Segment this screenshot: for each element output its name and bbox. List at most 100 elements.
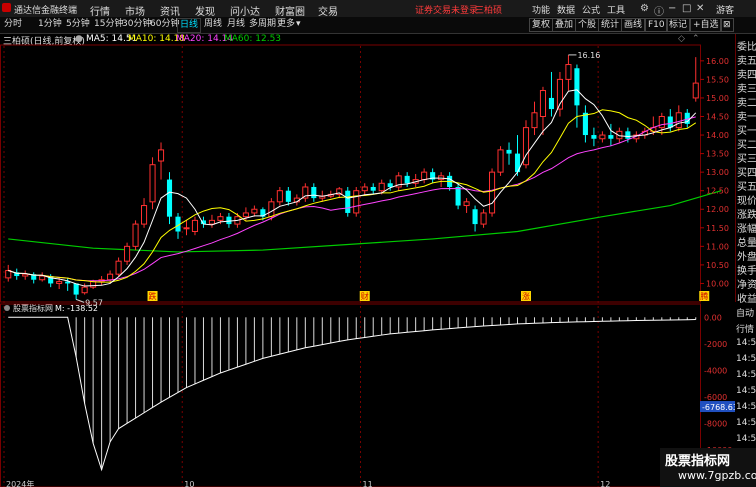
restore-icon[interactable]: □ — [682, 3, 691, 14]
price-tick-label: 10.00 — [706, 279, 729, 288]
candle-body — [497, 149, 504, 173]
candle-body — [667, 116, 673, 128]
indicator-pane-frame — [0, 303, 701, 487]
draw-button[interactable]: 画线 — [621, 18, 646, 32]
high-label: 16.16 — [577, 51, 600, 60]
more-dropdown-icon[interactable]: ▾ — [294, 18, 303, 31]
indicator-tick-label: -2000 — [704, 340, 727, 349]
candle — [183, 220, 190, 236]
candle-body — [463, 201, 470, 207]
stats-button[interactable]: 统计 — [598, 18, 623, 32]
candle — [438, 172, 445, 187]
fq-button[interactable]: 复权 — [529, 18, 554, 32]
period-intraday[interactable]: 分时 — [2, 18, 24, 31]
menu-wealth-circle[interactable]: 财富圈 — [275, 3, 305, 18]
menu-ask-xiaoda[interactable]: 问小达 — [230, 3, 260, 18]
menu-formula[interactable]: 公式 — [582, 3, 600, 16]
period-monthly[interactable]: 月线 — [225, 18, 247, 31]
overlay-button[interactable]: 叠加 — [552, 18, 577, 32]
mark-button[interactable]: 标记 — [666, 18, 691, 32]
candle — [522, 120, 530, 169]
candle — [208, 214, 215, 228]
candle — [539, 86, 547, 136]
menu-market-quotes[interactable]: 行情 — [90, 3, 110, 18]
menu-market[interactable]: 市场 — [125, 3, 145, 18]
menu-tools[interactable]: 工具 — [607, 3, 625, 16]
candle-body — [166, 179, 173, 217]
close-icon[interactable]: ✕ — [696, 3, 704, 14]
price-tick-label: 15.50 — [706, 75, 729, 84]
candle — [166, 172, 173, 225]
candle-body — [353, 190, 360, 214]
candle — [345, 186, 351, 217]
ma60-polyline — [8, 190, 722, 253]
candle-body — [489, 171, 496, 214]
candle — [285, 186, 291, 206]
login-warning[interactable]: 证券交易未登录 — [415, 3, 478, 16]
candle-body — [242, 212, 249, 218]
tick-time-label: 14:5 — [736, 402, 756, 412]
candle-body — [157, 149, 165, 162]
watermark-title: 股票指标网 — [665, 454, 731, 469]
period-1min[interactable]: 1分钟 — [36, 18, 64, 31]
minimize-icon[interactable]: − — [668, 3, 676, 14]
marker-text: 腾 — [700, 291, 708, 301]
indicator-tick-label: -4000 — [704, 366, 727, 375]
candle — [421, 168, 428, 184]
candle — [361, 183, 368, 195]
f10-button[interactable]: F10 — [645, 18, 668, 32]
period-multi[interactable]: 多周期 — [247, 18, 278, 31]
date-label: 12 — [600, 480, 610, 487]
candle — [514, 135, 521, 176]
candle-body — [226, 216, 232, 225]
candle — [39, 272, 46, 282]
candle-body — [191, 219, 199, 233]
info-icon[interactable]: ⓘ — [654, 3, 664, 18]
period-weekly[interactable]: 周线 — [202, 18, 224, 31]
kline-chart[interactable]: 16.169.57 跌财涨腾 股票指标网 M: -138.520.00-2000-… — [0, 34, 735, 487]
candle — [658, 112, 665, 136]
menu-data[interactable]: 数据 — [557, 3, 575, 16]
candle-body — [107, 273, 114, 281]
candle-body — [421, 171, 428, 181]
menu-news[interactable]: 资讯 — [160, 3, 180, 18]
quote-field-label: 卖五 — [737, 56, 756, 67]
stock-button[interactable]: 个股 — [575, 18, 600, 32]
quote-side-panel: 委比 卖五 卖四 卖三 卖二 卖一 买一 买二 买三 买四 买五 现价 涨跌 涨幅 总量 外盘 换手 净资 收益 — [735, 34, 756, 305]
candle-body — [692, 82, 699, 99]
price-tick-label: 13.50 — [706, 150, 729, 159]
candle-body — [251, 208, 258, 214]
ma20-polyline — [8, 116, 696, 282]
candle-body — [149, 164, 156, 203]
period-5min[interactable]: 5分钟 — [64, 18, 92, 31]
candle-body — [531, 112, 538, 129]
period-daily[interactable]: 日线 — [177, 18, 202, 33]
quote-field-label: 外盘 — [737, 252, 756, 263]
app-logo-icon — [2, 3, 11, 12]
settings-icon[interactable]: ⚙ — [640, 3, 649, 14]
indicator-panel: 股票指标网 M: -138.520.00-2000-4000-6000-8000-… — [4, 303, 735, 487]
candle — [455, 183, 461, 210]
ma5-polyline — [8, 89, 697, 287]
menu-trade[interactable]: 交易 — [318, 3, 338, 18]
candle — [132, 220, 139, 251]
candle — [692, 57, 699, 102]
add-watchlist-button[interactable]: +自选 — [690, 18, 722, 32]
candle-body — [675, 112, 682, 129]
menu-discover[interactable]: 发现 — [195, 3, 215, 18]
candle-body — [608, 135, 614, 139]
candle-body — [599, 134, 606, 140]
guest-label[interactable]: 游客 — [716, 3, 734, 16]
candle — [480, 209, 487, 228]
candle — [5, 264, 12, 282]
indicator-tick-label: -6000 — [704, 393, 727, 402]
indicator-curve — [8, 316, 696, 472]
price-tick-label: 16.00 — [706, 57, 729, 66]
candle — [370, 183, 376, 195]
candle — [582, 105, 588, 143]
menu-function[interactable]: 功能 — [532, 3, 550, 16]
title-stock-name: 三柏硕 — [475, 6, 503, 16]
candle-body — [56, 281, 63, 284]
close-panel-icon[interactable]: ⊠ — [720, 18, 734, 32]
candlestick-series — [5, 54, 699, 300]
